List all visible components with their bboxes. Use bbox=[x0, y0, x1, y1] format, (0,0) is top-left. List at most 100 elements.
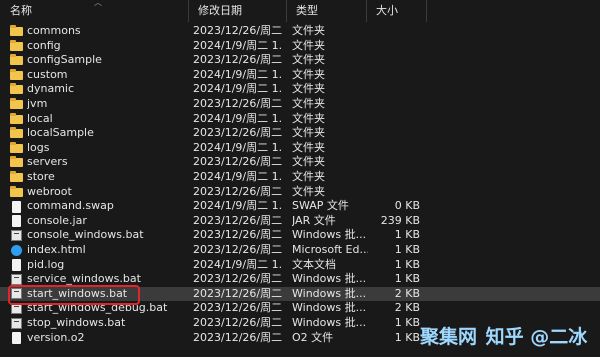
file-name: dynamic bbox=[27, 82, 75, 96]
file-date: 2024/1/9/周二 1... bbox=[193, 67, 283, 81]
log-icon bbox=[12, 259, 21, 272]
file-type: Windows 批... bbox=[292, 228, 367, 242]
file-date: 2024/1/9/周二 1... bbox=[193, 38, 283, 52]
file-size bbox=[372, 53, 420, 68]
file-type: JAR 文件 bbox=[292, 213, 336, 227]
file-type: 文件夹 bbox=[292, 111, 325, 125]
file-icon bbox=[12, 332, 21, 345]
file-date: 2024/1/9/周二 1... bbox=[193, 111, 283, 125]
file-size bbox=[372, 82, 420, 97]
file-date: 2023/12/26/周二... bbox=[193, 301, 283, 315]
bat-icon bbox=[11, 273, 22, 285]
file-size: 239 KB bbox=[380, 213, 420, 227]
file-name: commons bbox=[27, 24, 81, 37]
file-row[interactable]: index.html 2023/12/26/周二... Microsoft Ed..… bbox=[0, 243, 600, 258]
file-name: localSample bbox=[27, 126, 94, 140]
file-name: console.jar bbox=[27, 213, 87, 227]
file-date: 2023/12/26/周二... bbox=[193, 272, 283, 286]
file-type: 文件夹 bbox=[292, 170, 325, 183]
file-type: 文件夹 bbox=[292, 67, 325, 81]
file-date: 2023/12/26/周二... bbox=[193, 316, 283, 329]
folder-icon bbox=[10, 156, 23, 168]
file-type: 文件夹 bbox=[292, 126, 325, 140]
watermark-logo: 聚集网 bbox=[420, 326, 478, 348]
file-row[interactable]: dynamic 2024/1/9/周二 1... 文件夹 bbox=[0, 82, 600, 97]
file-name: index.html bbox=[27, 243, 86, 256]
file-name: logs bbox=[27, 140, 50, 154]
file-name: custom bbox=[27, 67, 68, 81]
file-row[interactable]: localSample 2023/12/26/周二 1... 文件夹 bbox=[0, 126, 600, 141]
file-date: 2023/12/26/周二... bbox=[193, 286, 283, 300]
file-size: 1 KB bbox=[394, 316, 420, 329]
file-date: 2024/1/9/周二 1... bbox=[193, 257, 283, 271]
file-size: 1 KB bbox=[394, 330, 420, 344]
file-row[interactable]: commons 2023/12/26/周二 1... 文件夹 bbox=[0, 24, 600, 39]
file-type: 文件夹 bbox=[292, 53, 325, 67]
column-header-date[interactable]: 修改日期 bbox=[188, 0, 288, 22]
file-row[interactable]: store 2024/1/9/周二 1... 文件夹 bbox=[0, 170, 600, 185]
file-size bbox=[372, 24, 420, 39]
file-type: Windows 批... bbox=[292, 316, 367, 329]
file-date: 2024/1/9/周二 1... bbox=[193, 170, 283, 183]
file-row[interactable]: jvm 2023/12/26/周二 1... 文件夹 bbox=[0, 97, 600, 112]
file-date: 2023/12/26/周二 1... bbox=[193, 53, 283, 67]
file-type: 文本文档 bbox=[292, 257, 336, 271]
column-header-type[interactable]: 类型 bbox=[286, 0, 366, 22]
folder-icon bbox=[10, 83, 23, 95]
file-date: 2023/12/26/周二 1... bbox=[193, 184, 283, 198]
file-row[interactable]: webroot 2023/12/26/周二 1... 文件夹 bbox=[0, 185, 600, 200]
file-type: 文件夹 bbox=[292, 38, 325, 52]
file-row[interactable]: local 2024/1/9/周二 1... 文件夹 bbox=[0, 112, 600, 127]
watermark-brand: 知乎 @二冰 bbox=[485, 326, 588, 348]
file-date: 2023/12/26/周二... bbox=[193, 213, 283, 227]
file-date: 2023/12/26/周二 1... bbox=[193, 24, 283, 37]
bat-icon bbox=[11, 229, 22, 241]
file-size bbox=[372, 170, 420, 185]
file-date: 2023/12/26/周二... bbox=[193, 228, 283, 242]
folder-icon bbox=[10, 171, 23, 182]
file-row[interactable]: console.jar 2023/12/26/周二... JAR 文件 239 KB bbox=[0, 214, 600, 229]
file-size: 2 KB bbox=[394, 286, 420, 300]
file-row[interactable]: servers 2023/12/26/周二 1... 文件夹 bbox=[0, 155, 600, 170]
file-name: stop_windows.bat bbox=[27, 316, 126, 329]
column-header-size[interactable]: 大小 bbox=[366, 0, 426, 22]
edge-icon bbox=[11, 244, 22, 256]
file-row[interactable]: pid.log 2024/1/9/周二 1... 文本文档 1 KB bbox=[0, 258, 600, 273]
file-name: command.swap bbox=[27, 199, 114, 213]
file-type: Windows 批... bbox=[292, 301, 367, 315]
file-size: 1 KB bbox=[394, 272, 420, 286]
file-date: 2024/1/9/周二 1... bbox=[193, 140, 283, 154]
file-type: 文件夹 bbox=[292, 140, 325, 154]
folder-icon bbox=[10, 112, 23, 124]
file-type: 文件夹 bbox=[292, 97, 325, 110]
file-size bbox=[372, 97, 420, 112]
file-row[interactable]: console_windows.bat 2023/12/26/周二... Windo… bbox=[0, 228, 600, 243]
file-size bbox=[372, 141, 420, 156]
file-row[interactable]: configSample 2023/12/26/周二 1... 文件夹 bbox=[0, 53, 600, 68]
file-date: 2023/12/26/周二... bbox=[193, 243, 283, 256]
file-name: store bbox=[27, 170, 55, 183]
column-header: 名称 ︿ 修改日期 类型 大小 bbox=[0, 0, 600, 22]
file-row[interactable]: config 2024/1/9/周二 1... 文件夹 bbox=[0, 39, 600, 54]
file-name: version.o2 bbox=[27, 330, 85, 344]
bat-icon bbox=[11, 317, 22, 329]
file-size: 2 KB bbox=[394, 301, 420, 315]
folder-icon bbox=[10, 68, 23, 80]
file-date: 2023/12/26/周二 1... bbox=[193, 97, 283, 110]
file-size bbox=[372, 39, 420, 54]
file-date: 2023/12/26/周二 1... bbox=[193, 155, 283, 169]
file-size bbox=[372, 185, 420, 200]
watermark: 聚集网 知乎 @二冰 bbox=[420, 322, 600, 352]
column-divider[interactable] bbox=[426, 0, 427, 22]
file-row[interactable]: custom 2024/1/9/周二 1... 文件夹 bbox=[0, 68, 600, 83]
folder-icon bbox=[10, 54, 23, 66]
file-row[interactable]: command.swap 2024/1/9/周二 1... SWAP 文件 0 KB bbox=[0, 199, 600, 214]
file-size bbox=[372, 112, 420, 127]
file-date: 2023/12/26/周二... bbox=[193, 330, 283, 344]
file-name: local bbox=[27, 111, 53, 125]
file-row[interactable]: logs 2024/1/9/周二 1... 文件夹 bbox=[0, 141, 600, 156]
file-size: 0 KB bbox=[394, 199, 420, 213]
file-name: jvm bbox=[27, 97, 48, 110]
folder-icon bbox=[10, 39, 23, 51]
file-size: 1 KB bbox=[394, 228, 420, 242]
